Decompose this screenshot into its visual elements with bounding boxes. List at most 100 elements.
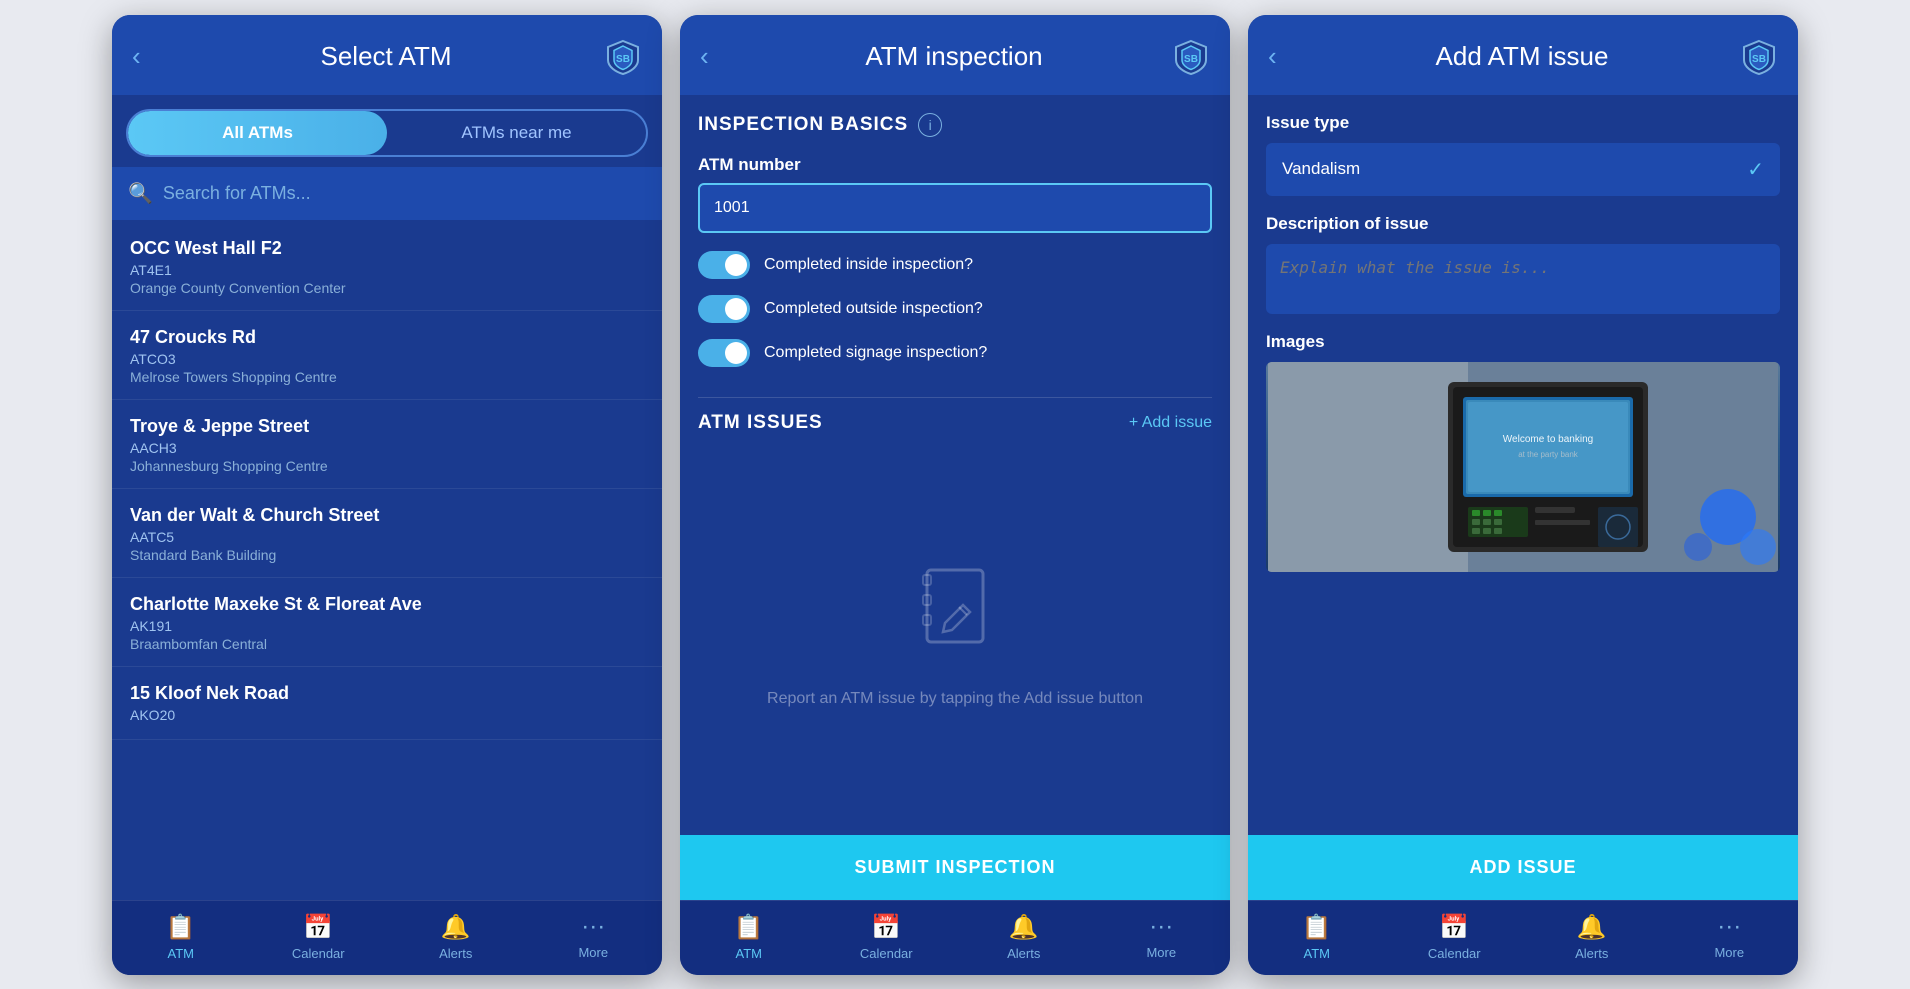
- inspection-section-header: INSPECTION BASICS i: [698, 113, 1212, 137]
- atm-location-2: Johannesburg Shopping Centre: [130, 458, 644, 474]
- search-input[interactable]: Search for ATMs...: [163, 183, 311, 204]
- atm-list: OCC West Hall F2 AT4E1 Orange County Con…: [112, 222, 662, 900]
- nav-more-2[interactable]: ··· More: [1126, 913, 1196, 961]
- svg-text:SB: SB: [1752, 54, 1766, 65]
- empty-notebook-icon: [915, 565, 995, 671]
- atm-code-2: AACH3: [130, 440, 644, 456]
- search-row: 🔍 Search for ATMs...: [112, 167, 662, 220]
- svg-text:Welcome to banking: Welcome to banking: [1503, 434, 1593, 445]
- submit-inspection-button[interactable]: SUBMIT INSPECTION: [680, 835, 1230, 900]
- toggle-signage-switch[interactable]: [698, 339, 750, 367]
- nav-calendar-label-1: Calendar: [292, 946, 345, 961]
- more-nav-icon-1: ···: [581, 913, 605, 941]
- bottom-nav-3: 📋 ATM 📅 Calendar 🔔 Alerts ··· More: [1248, 900, 1798, 975]
- atm-item-3[interactable]: Van der Walt & Church Street AATC5 Stand…: [112, 489, 662, 578]
- screen1-title: Select ATM: [168, 41, 604, 72]
- atm-code-5: AKO20: [130, 707, 644, 723]
- nav-alerts-2[interactable]: 🔔 Alerts: [989, 913, 1059, 961]
- atm-nav-icon-2: 📋: [734, 913, 764, 942]
- screen3-content: Issue type Vandalism ✓ Description of is…: [1248, 95, 1798, 900]
- nav-atm-2[interactable]: 📋 ATM: [714, 913, 784, 961]
- issue-type-label: Issue type: [1266, 113, 1780, 133]
- atm-code-4: AK191: [130, 618, 644, 634]
- toggle-outside-switch[interactable]: [698, 295, 750, 323]
- issue-type-select[interactable]: Vandalism ✓: [1266, 143, 1780, 196]
- bottom-nav-1: 📋 ATM 📅 Calendar 🔔 Alerts ··· More: [112, 900, 662, 975]
- description-input[interactable]: [1266, 244, 1780, 314]
- issue-type-value: Vandalism: [1282, 159, 1360, 179]
- add-issue-button[interactable]: + Add issue: [1129, 414, 1212, 432]
- atm-nav-icon-3: 📋: [1302, 913, 1332, 942]
- svg-text:SB: SB: [1184, 54, 1198, 65]
- back-button-3[interactable]: ‹: [1268, 41, 1304, 72]
- toggle-outside: Completed outside inspection?: [698, 295, 1212, 323]
- more-nav-icon-2: ···: [1149, 913, 1173, 941]
- svg-text:SB: SB: [616, 54, 630, 65]
- nav-more-label-1: More: [578, 945, 608, 960]
- chevron-down-icon: ✓: [1747, 157, 1764, 182]
- atm-code-3: AATC5: [130, 529, 644, 545]
- screen2-title: ATM inspection: [736, 41, 1172, 72]
- alerts-nav-icon-3: 🔔: [1577, 913, 1607, 942]
- back-button-1[interactable]: ‹: [132, 41, 168, 72]
- tab-row: All ATMs ATMs near me: [126, 109, 648, 157]
- atm-name-2: Troye & Jeppe Street: [130, 416, 644, 437]
- toggle-inside-label: Completed inside inspection?: [764, 256, 973, 274]
- nav-atm-label-3: ATM: [1304, 946, 1330, 961]
- atm-location-4: Braambomfan Central: [130, 636, 644, 652]
- atm-item-0[interactable]: OCC West Hall F2 AT4E1 Orange County Con…: [112, 222, 662, 311]
- atm-item-5[interactable]: 15 Kloof Nek Road AKO20: [112, 667, 662, 740]
- tab-all-atms[interactable]: All ATMs: [128, 111, 387, 155]
- nav-more-3[interactable]: ··· More: [1694, 913, 1764, 961]
- atm-code-0: AT4E1: [130, 262, 644, 278]
- atm-code-1: ATCO3: [130, 351, 644, 367]
- nav-alerts-label-1: Alerts: [439, 946, 472, 961]
- nav-calendar-2[interactable]: 📅 Calendar: [851, 913, 921, 961]
- atm-number-input[interactable]: [698, 183, 1212, 233]
- atm-item-1[interactable]: 47 Croucks Rd ATCO3 Melrose Towers Shopp…: [112, 311, 662, 400]
- logo-shield-2: SB: [1172, 38, 1210, 76]
- images-label: Images: [1266, 332, 1780, 352]
- svg-text:at the party bank: at the party bank: [1518, 450, 1579, 459]
- more-nav-icon-3: ···: [1717, 913, 1741, 941]
- tab-atms-near-me[interactable]: ATMs near me: [387, 111, 646, 155]
- empty-issues-state: Report an ATM issue by tapping the Add i…: [698, 454, 1212, 823]
- atm-nav-icon-1: 📋: [166, 913, 196, 942]
- toggle-inside: Completed inside inspection?: [698, 251, 1212, 279]
- logo-shield-3: SB: [1740, 38, 1778, 76]
- nav-atm-1[interactable]: 📋 ATM: [146, 913, 216, 961]
- header-3: ‹ Add ATM issue SB: [1248, 15, 1798, 95]
- atm-item-2[interactable]: Troye & Jeppe Street AACH3 Johannesburg …: [112, 400, 662, 489]
- back-button-2[interactable]: ‹: [700, 41, 736, 72]
- add-issue-submit-button[interactable]: ADD ISSUE: [1248, 835, 1798, 900]
- atm-name-0: OCC West Hall F2: [130, 238, 644, 259]
- atm-item-4[interactable]: Charlotte Maxeke St & Floreat Ave AK191 …: [112, 578, 662, 667]
- toggle-inside-switch[interactable]: [698, 251, 750, 279]
- atm-name-1: 47 Croucks Rd: [130, 327, 644, 348]
- nav-more-1[interactable]: ··· More: [558, 913, 628, 961]
- screen2-content: INSPECTION BASICS i ATM number Completed…: [680, 95, 1230, 900]
- atm-name-4: Charlotte Maxeke St & Floreat Ave: [130, 594, 644, 615]
- atm-issues-header: ATM ISSUES + Add issue: [698, 412, 1212, 434]
- nav-calendar-1[interactable]: 📅 Calendar: [283, 913, 353, 961]
- search-icon: 🔍: [128, 181, 153, 206]
- atm-issues-title: ATM ISSUES: [698, 412, 823, 434]
- atm-location-1: Melrose Towers Shopping Centre: [130, 369, 644, 385]
- empty-text: Report an ATM issue by tapping the Add i…: [767, 687, 1143, 711]
- nav-atm-label-2: ATM: [736, 946, 762, 961]
- info-icon[interactable]: i: [918, 113, 942, 137]
- nav-more-label-3: More: [1714, 945, 1744, 960]
- toggle-outside-label: Completed outside inspection?: [764, 300, 983, 318]
- screen-atm-inspection: ‹ ATM inspection SB INSPECTION BASICS i …: [680, 15, 1230, 975]
- nav-alerts-1[interactable]: 🔔 Alerts: [421, 913, 491, 961]
- screen-add-issue: ‹ Add ATM issue SB Issue type Vandalism …: [1248, 15, 1798, 975]
- toggle-signage-label: Completed signage inspection?: [764, 344, 987, 362]
- nav-calendar-3[interactable]: 📅 Calendar: [1419, 913, 1489, 961]
- divider: [698, 397, 1212, 398]
- nav-atm-3[interactable]: 📋 ATM: [1282, 913, 1352, 961]
- screen1-content: All ATMs ATMs near me 🔍 Search for ATMs.…: [112, 95, 662, 900]
- alerts-nav-icon-2: 🔔: [1009, 913, 1039, 942]
- nav-alerts-3[interactable]: 🔔 Alerts: [1557, 913, 1627, 961]
- toggle-signage: Completed signage inspection?: [698, 339, 1212, 367]
- atm-name-3: Van der Walt & Church Street: [130, 505, 644, 526]
